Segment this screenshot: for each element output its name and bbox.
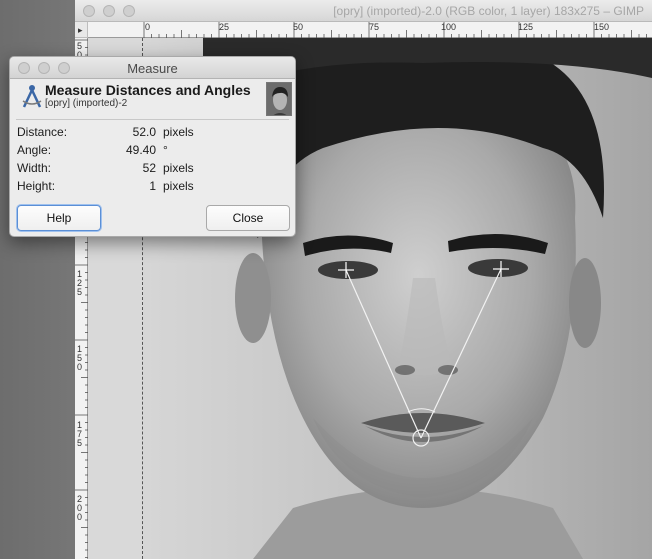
height-label: Height:	[17, 179, 56, 193]
close-window-button[interactable]	[83, 5, 95, 17]
measure-row-distance: Distance: 52.0 pixels	[10, 125, 295, 141]
measure-dialog-image-name: [opry] (imported)-2	[45, 98, 128, 109]
ruler-label-50: 50	[293, 22, 304, 32]
measure-dialog-titlebar[interactable]: Measure	[10, 57, 295, 79]
pointer-icon: ▸	[78, 25, 83, 35]
ruler-label-v-175: 175	[77, 420, 83, 448]
compass-measure-icon	[22, 85, 42, 108]
measure-row-angle: Angle: 49.40 °	[10, 143, 295, 159]
quick-mask-toggle[interactable]: ▸	[75, 22, 88, 38]
ruler-label-v-150: 150	[77, 344, 83, 372]
ruler-label-25: 25	[219, 22, 230, 32]
width-label: Width:	[17, 161, 52, 175]
help-button[interactable]: Help	[17, 205, 101, 231]
ruler-label-150: 150	[594, 22, 610, 32]
ruler-label-v-125: 125	[77, 269, 83, 297]
height-value: 1	[149, 179, 156, 193]
gimp-titlebar: [opry] (imported)-2.0 (RGB color, 1 laye…	[75, 0, 652, 22]
height-unit: pixels	[163, 179, 194, 193]
ruler-label-v-200: 200	[77, 494, 83, 522]
close-button[interactable]: Close	[206, 205, 290, 231]
ruler-label-75: 75	[369, 22, 380, 32]
angle-label: Angle:	[17, 143, 52, 157]
distance-label: Distance:	[17, 125, 68, 139]
minimize-window-button[interactable]	[103, 5, 115, 17]
ruler-label-0: 0	[145, 22, 151, 32]
horizontal-ruler[interactable]: 0 25 50 75 100 125 150	[88, 22, 652, 38]
width-value: 52	[142, 161, 156, 175]
measure-dialog-title: Measure	[127, 61, 178, 76]
width-unit: pixels	[163, 161, 194, 175]
distance-value: 52.0	[132, 125, 156, 139]
gimp-window-title: [opry] (imported)-2.0 (RGB color, 1 laye…	[333, 4, 644, 18]
distance-unit: pixels	[163, 125, 194, 139]
measure-row-width: Width: 52 pixels	[10, 161, 295, 177]
image-thumbnail	[266, 82, 292, 116]
zoom-window-button[interactable]	[123, 5, 135, 17]
measure-dialog-separator	[16, 119, 289, 120]
measure-dialog: Measure Measure Distances and Angles [op…	[9, 56, 296, 237]
ruler-label-100: 100	[441, 22, 457, 32]
angle-value: 49.40	[125, 143, 156, 157]
ruler-label-125: 125	[518, 22, 534, 32]
measure-dialog-heading: Measure Distances and Angles	[45, 82, 251, 98]
angle-unit: °	[163, 143, 168, 157]
measure-row-height: Height: 1 pixels	[10, 179, 295, 195]
desktop-background: [opry] (imported)-2.0 (RGB color, 1 laye…	[0, 0, 652, 559]
